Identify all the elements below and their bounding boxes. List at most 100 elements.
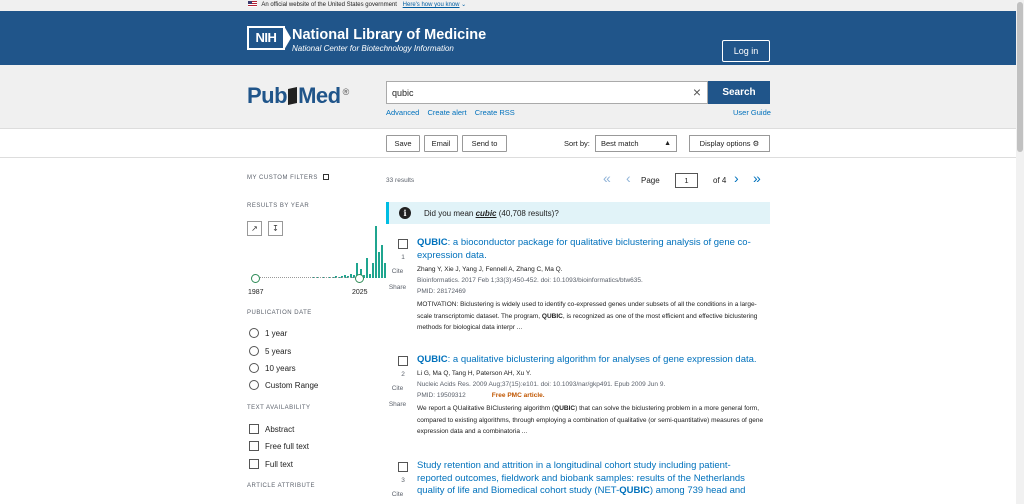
- book-icon: [288, 87, 298, 105]
- title-text: ) among 739 head and: [649, 485, 746, 496]
- results-by-year-histogram: [251, 222, 387, 283]
- result-article: 3 Cite Study retention and attrition in …: [386, 460, 770, 504]
- results-toolbar: Save Email Send to Sort by: Best match ▲…: [0, 130, 1016, 158]
- sort-value: Best match: [601, 139, 639, 148]
- sort-select[interactable]: Best match ▲: [595, 135, 677, 152]
- histogram-track: [255, 277, 361, 278]
- article-snippet: We report a QUalitative BIClustering alg…: [417, 403, 769, 438]
- search-area: Pub Med® × Search Advanced Create alert C…: [0, 65, 1016, 129]
- filter-full-text[interactable]: Full text: [249, 459, 293, 469]
- filter-label: 10 years: [265, 364, 296, 373]
- publication-date-heading: PUBLICATION DATE: [247, 310, 312, 316]
- of-pages-label: of 4: [713, 176, 727, 185]
- us-flag-icon: [248, 1, 257, 7]
- login-button[interactable]: Log in: [722, 40, 770, 62]
- did-you-mean-link[interactable]: cubic: [476, 209, 497, 218]
- next-page-icon[interactable]: ›: [734, 169, 739, 187]
- year-start-label: 1987: [248, 289, 264, 296]
- histogram-bar: [381, 245, 384, 278]
- share-button[interactable]: Share: [386, 284, 409, 291]
- updown-arrows-icon: ▲: [664, 140, 671, 147]
- article-pmid: PMID: 19509312 Free PMC article.: [417, 391, 769, 402]
- nih-logo[interactable]: NIH: [247, 26, 291, 50]
- radio-icon: [249, 363, 259, 373]
- filter-label: Free full text: [265, 442, 310, 451]
- search-box: ×: [386, 81, 708, 104]
- info-icon: i: [399, 207, 411, 219]
- heres-how-you-know-link[interactable]: Here's how you know: [403, 2, 460, 8]
- article-authors: Zhang Y, Xie J, Yang J, Fennell A, Zhang…: [417, 266, 563, 273]
- email-button[interactable]: Email: [424, 135, 458, 152]
- pubmed-logo[interactable]: Pub Med ®: [247, 83, 349, 109]
- histogram-end-handle[interactable]: [355, 274, 364, 283]
- pubmed-logo-pub: Pub: [247, 83, 288, 108]
- result-number: 3: [401, 477, 405, 484]
- nlm-title[interactable]: National Library of Medicine: [292, 27, 486, 43]
- filter-5-years[interactable]: 5 years: [249, 346, 291, 356]
- snippet-text: We report a QUalitative BIClustering alg…: [417, 405, 555, 412]
- advanced-link[interactable]: Advanced: [386, 108, 419, 117]
- cite-button[interactable]: Cite: [386, 385, 409, 392]
- result-number: 1: [401, 254, 405, 261]
- histogram-start-handle[interactable]: [251, 274, 260, 283]
- filter-abstract[interactable]: Abstract: [249, 424, 294, 434]
- histogram-bar: [375, 226, 377, 278]
- article-title-link[interactable]: QUBIC: a qualitative biclustering algori…: [417, 354, 762, 367]
- article-pmid: PMID: 28172469: [417, 287, 769, 298]
- filter-1-year[interactable]: 1 year: [249, 328, 287, 338]
- chevron-down-icon[interactable]: ⌄: [461, 2, 466, 8]
- histogram-bar: [365, 258, 368, 278]
- free-pmc-badge[interactable]: Free PMC article.: [492, 392, 545, 399]
- radio-icon: [249, 328, 259, 338]
- ncbi-subtitle: National Center for Biotechnology Inform…: [292, 44, 454, 53]
- page-number-input[interactable]: 1: [675, 173, 698, 188]
- user-guide-link[interactable]: User Guide: [733, 108, 771, 117]
- prev-page-icon[interactable]: ‹: [626, 169, 631, 187]
- display-options-button[interactable]: Display options ⚙: [689, 135, 770, 152]
- histogram-bar: [368, 274, 371, 278]
- title-text: : a qualitative biclustering algorithm f…: [447, 354, 757, 365]
- clear-search-icon[interactable]: ×: [693, 85, 701, 99]
- title-highlight: QUBIC: [619, 485, 650, 496]
- send-to-button[interactable]: Send to: [462, 135, 507, 152]
- filter-custom-range[interactable]: Custom Range: [249, 380, 318, 390]
- checkbox-icon: [249, 424, 259, 434]
- filter-10-years[interactable]: 10 years: [249, 363, 296, 373]
- save-button[interactable]: Save: [386, 135, 420, 152]
- page-label: Page: [641, 176, 660, 185]
- radio-icon: [249, 380, 259, 390]
- article-title-link[interactable]: Study retention and attrition in a longi…: [417, 460, 762, 498]
- snippet-highlight: QUBIC: [554, 405, 576, 412]
- page-scrollbar[interactable]: [1016, 0, 1024, 504]
- last-page-icon[interactable]: »: [753, 169, 761, 187]
- first-page-icon[interactable]: «: [603, 169, 611, 187]
- search-button[interactable]: Search: [708, 81, 770, 104]
- article-attribute-heading: ARTICLE ATTRIBUTE: [247, 483, 315, 489]
- pmid-text: PMID: 28172469: [417, 288, 466, 295]
- histogram-bar: [378, 252, 381, 278]
- snippet-highlight: QUBIC: [541, 312, 563, 320]
- checkbox-icon: [249, 459, 259, 469]
- scrollbar-thumb[interactable]: [1017, 2, 1023, 152]
- select-checkbox[interactable]: [398, 462, 408, 472]
- filter-free-full-text[interactable]: Free full text: [249, 441, 309, 451]
- gov-banner-text: An official website of the United States…: [261, 2, 397, 8]
- pubmed-logo-med: Med: [298, 83, 341, 108]
- search-input[interactable]: [387, 82, 677, 103]
- title-text: : a bioconductor package for qualitative…: [417, 237, 751, 261]
- pubmed-results-page: An official website of the United States…: [0, 0, 1016, 504]
- filter-label: Custom Range: [265, 381, 319, 390]
- cite-button[interactable]: Cite: [386, 268, 409, 275]
- select-checkbox[interactable]: [398, 239, 408, 249]
- my-custom-filters-heading[interactable]: MY CUSTOM FILTERS: [247, 174, 329, 181]
- gear-icon: ⚙: [752, 139, 760, 148]
- search-sub-links: Advanced Create alert Create RSS: [386, 108, 521, 117]
- create-rss-link[interactable]: Create RSS: [475, 108, 515, 117]
- article-title-link[interactable]: QUBIC: a bioconductor package for qualit…: [417, 237, 762, 262]
- results-count: 33 results: [386, 177, 415, 184]
- select-checkbox[interactable]: [398, 356, 408, 366]
- share-button[interactable]: Share: [386, 401, 409, 408]
- article-journal: Bioinformatics. 2017 Feb 1;33(3):450-452…: [417, 277, 643, 284]
- create-alert-link[interactable]: Create alert: [427, 108, 466, 117]
- cite-button[interactable]: Cite: [386, 491, 409, 498]
